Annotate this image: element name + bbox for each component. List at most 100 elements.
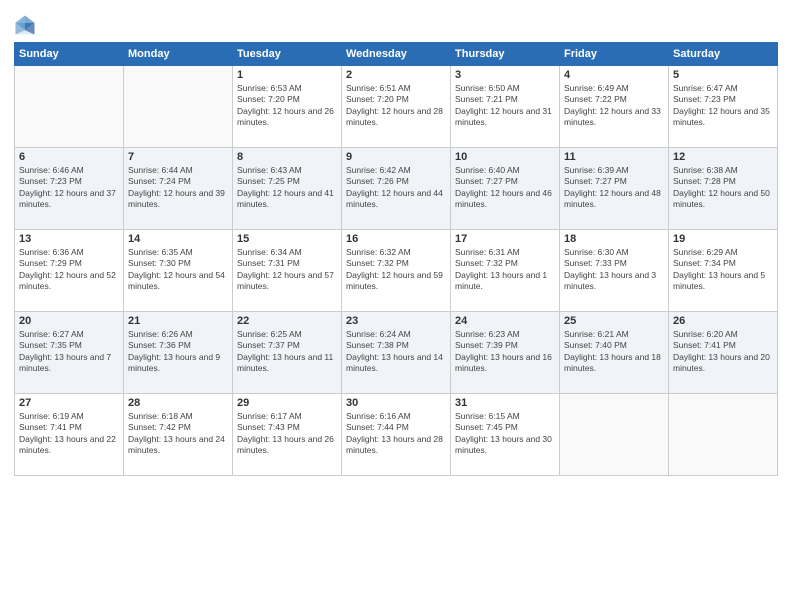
day-info: Sunrise: 6:26 AM Sunset: 7:36 PM Dayligh… xyxy=(128,329,228,375)
calendar-table: SundayMondayTuesdayWednesdayThursdayFrid… xyxy=(14,42,778,476)
day-number: 11 xyxy=(564,151,664,163)
calendar-week-2: 6 Sunrise: 6:46 AM Sunset: 7:23 PM Daylig… xyxy=(15,148,778,230)
day-info: Sunrise: 6:19 AM Sunset: 7:41 PM Dayligh… xyxy=(19,411,119,457)
day-number: 13 xyxy=(19,233,119,245)
day-number: 23 xyxy=(346,315,446,327)
day-number: 14 xyxy=(128,233,228,245)
day-info: Sunrise: 6:39 AM Sunset: 7:27 PM Dayligh… xyxy=(564,165,664,211)
calendar-week-5: 27 Sunrise: 6:19 AM Sunset: 7:41 PM Dayli… xyxy=(15,394,778,476)
weekday-header-tuesday: Tuesday xyxy=(233,43,342,66)
day-info: Sunrise: 6:27 AM Sunset: 7:35 PM Dayligh… xyxy=(19,329,119,375)
weekday-header-monday: Monday xyxy=(124,43,233,66)
day-info: Sunrise: 6:46 AM Sunset: 7:23 PM Dayligh… xyxy=(19,165,119,211)
calendar-cell: 9 Sunrise: 6:42 AM Sunset: 7:26 PM Daylig… xyxy=(342,148,451,230)
logo xyxy=(14,14,40,36)
logo-icon xyxy=(14,14,36,36)
day-info: Sunrise: 6:49 AM Sunset: 7:22 PM Dayligh… xyxy=(564,83,664,129)
day-info: Sunrise: 6:20 AM Sunset: 7:41 PM Dayligh… xyxy=(673,329,773,375)
calendar-cell: 6 Sunrise: 6:46 AM Sunset: 7:23 PM Daylig… xyxy=(15,148,124,230)
weekday-header-row: SundayMondayTuesdayWednesdayThursdayFrid… xyxy=(15,43,778,66)
day-number: 7 xyxy=(128,151,228,163)
calendar-cell: 3Sunrise: 6:50 AM Sunset: 7:21 PM Daylig… xyxy=(451,66,560,148)
day-info: Sunrise: 6:47 AM Sunset: 7:23 PM Dayligh… xyxy=(673,83,773,129)
day-number: 6 xyxy=(19,151,119,163)
day-number: 31 xyxy=(455,397,555,409)
day-info: Sunrise: 6:43 AM Sunset: 7:25 PM Dayligh… xyxy=(237,165,337,211)
calendar-cell: 28 Sunrise: 6:18 AM Sunset: 7:42 PM Dayli… xyxy=(124,394,233,476)
day-info: Sunrise: 6:25 AM Sunset: 7:37 PM Dayligh… xyxy=(237,329,337,375)
day-info: Sunrise: 6:34 AM Sunset: 7:31 PM Dayligh… xyxy=(237,247,337,293)
day-number: 25 xyxy=(564,315,664,327)
day-info: Sunrise: 6:44 AM Sunset: 7:24 PM Dayligh… xyxy=(128,165,228,211)
page: SundayMondayTuesdayWednesdayThursdayFrid… xyxy=(0,0,792,612)
calendar-cell: 12 Sunrise: 6:38 AM Sunset: 7:28 PM Dayli… xyxy=(669,148,778,230)
day-info: Sunrise: 6:38 AM Sunset: 7:28 PM Dayligh… xyxy=(673,165,773,211)
calendar-cell: 27 Sunrise: 6:19 AM Sunset: 7:41 PM Dayli… xyxy=(15,394,124,476)
calendar-cell: 4Sunrise: 6:49 AM Sunset: 7:22 PM Daylig… xyxy=(560,66,669,148)
day-number: 15 xyxy=(237,233,337,245)
calendar-cell: 17 Sunrise: 6:31 AM Sunset: 7:32 PM Dayli… xyxy=(451,230,560,312)
day-info: Sunrise: 6:40 AM Sunset: 7:27 PM Dayligh… xyxy=(455,165,555,211)
day-info: Sunrise: 6:42 AM Sunset: 7:26 PM Dayligh… xyxy=(346,165,446,211)
day-info: Sunrise: 6:31 AM Sunset: 7:32 PM Dayligh… xyxy=(455,247,555,293)
calendar-week-4: 20Sunrise: 6:27 AM Sunset: 7:35 PM Dayli… xyxy=(15,312,778,394)
day-number: 22 xyxy=(237,315,337,327)
day-number: 5 xyxy=(673,69,773,81)
calendar-cell: 23 Sunrise: 6:24 AM Sunset: 7:38 PM Dayli… xyxy=(342,312,451,394)
day-number: 12 xyxy=(673,151,773,163)
calendar-cell: 5 Sunrise: 6:47 AM Sunset: 7:23 PM Daylig… xyxy=(669,66,778,148)
day-number: 26 xyxy=(673,315,773,327)
day-info: Sunrise: 6:53 AM Sunset: 7:20 PM Dayligh… xyxy=(237,83,337,129)
calendar-cell: 11 Sunrise: 6:39 AM Sunset: 7:27 PM Dayli… xyxy=(560,148,669,230)
header xyxy=(14,10,778,36)
calendar-cell: 13 Sunrise: 6:36 AM Sunset: 7:29 PM Dayli… xyxy=(15,230,124,312)
calendar-cell xyxy=(669,394,778,476)
weekday-header-thursday: Thursday xyxy=(451,43,560,66)
day-info: Sunrise: 6:32 AM Sunset: 7:32 PM Dayligh… xyxy=(346,247,446,293)
weekday-header-sunday: Sunday xyxy=(15,43,124,66)
weekday-header-wednesday: Wednesday xyxy=(342,43,451,66)
day-number: 16 xyxy=(346,233,446,245)
day-number: 10 xyxy=(455,151,555,163)
day-info: Sunrise: 6:15 AM Sunset: 7:45 PM Dayligh… xyxy=(455,411,555,457)
calendar-cell: 22 Sunrise: 6:25 AM Sunset: 7:37 PM Dayli… xyxy=(233,312,342,394)
calendar-cell: 7 Sunrise: 6:44 AM Sunset: 7:24 PM Daylig… xyxy=(124,148,233,230)
day-info: Sunrise: 6:16 AM Sunset: 7:44 PM Dayligh… xyxy=(346,411,446,457)
day-number: 2 xyxy=(346,69,446,81)
calendar-cell: 1 Sunrise: 6:53 AM Sunset: 7:20 PM Daylig… xyxy=(233,66,342,148)
day-info: Sunrise: 6:51 AM Sunset: 7:20 PM Dayligh… xyxy=(346,83,446,129)
day-number: 17 xyxy=(455,233,555,245)
calendar-cell: 25Sunrise: 6:21 AM Sunset: 7:40 PM Dayli… xyxy=(560,312,669,394)
day-number: 30 xyxy=(346,397,446,409)
calendar-cell: 26 Sunrise: 6:20 AM Sunset: 7:41 PM Dayli… xyxy=(669,312,778,394)
day-info: Sunrise: 6:23 AM Sunset: 7:39 PM Dayligh… xyxy=(455,329,555,375)
day-number: 29 xyxy=(237,397,337,409)
day-number: 1 xyxy=(237,69,337,81)
calendar-week-3: 13 Sunrise: 6:36 AM Sunset: 7:29 PM Dayli… xyxy=(15,230,778,312)
day-number: 27 xyxy=(19,397,119,409)
calendar-cell: 31 Sunrise: 6:15 AM Sunset: 7:45 PM Dayli… xyxy=(451,394,560,476)
calendar-cell xyxy=(560,394,669,476)
day-number: 9 xyxy=(346,151,446,163)
day-number: 18 xyxy=(564,233,664,245)
calendar-cell: 10 Sunrise: 6:40 AM Sunset: 7:27 PM Dayli… xyxy=(451,148,560,230)
day-info: Sunrise: 6:17 AM Sunset: 7:43 PM Dayligh… xyxy=(237,411,337,457)
day-info: Sunrise: 6:24 AM Sunset: 7:38 PM Dayligh… xyxy=(346,329,446,375)
calendar-cell: 21 Sunrise: 6:26 AM Sunset: 7:36 PM Dayli… xyxy=(124,312,233,394)
calendar-cell xyxy=(15,66,124,148)
day-number: 28 xyxy=(128,397,228,409)
calendar-cell xyxy=(124,66,233,148)
calendar-cell: 15 Sunrise: 6:34 AM Sunset: 7:31 PM Dayli… xyxy=(233,230,342,312)
calendar-cell: 30 Sunrise: 6:16 AM Sunset: 7:44 PM Dayli… xyxy=(342,394,451,476)
day-number: 21 xyxy=(128,315,228,327)
day-info: Sunrise: 6:36 AM Sunset: 7:29 PM Dayligh… xyxy=(19,247,119,293)
calendar-cell: 24Sunrise: 6:23 AM Sunset: 7:39 PM Dayli… xyxy=(451,312,560,394)
calendar-cell: 16 Sunrise: 6:32 AM Sunset: 7:32 PM Dayli… xyxy=(342,230,451,312)
calendar-cell: 20Sunrise: 6:27 AM Sunset: 7:35 PM Dayli… xyxy=(15,312,124,394)
day-info: Sunrise: 6:18 AM Sunset: 7:42 PM Dayligh… xyxy=(128,411,228,457)
day-number: 19 xyxy=(673,233,773,245)
calendar-week-1: 1 Sunrise: 6:53 AM Sunset: 7:20 PM Daylig… xyxy=(15,66,778,148)
calendar-cell: 19 Sunrise: 6:29 AM Sunset: 7:34 PM Dayli… xyxy=(669,230,778,312)
weekday-header-friday: Friday xyxy=(560,43,669,66)
day-info: Sunrise: 6:29 AM Sunset: 7:34 PM Dayligh… xyxy=(673,247,773,293)
